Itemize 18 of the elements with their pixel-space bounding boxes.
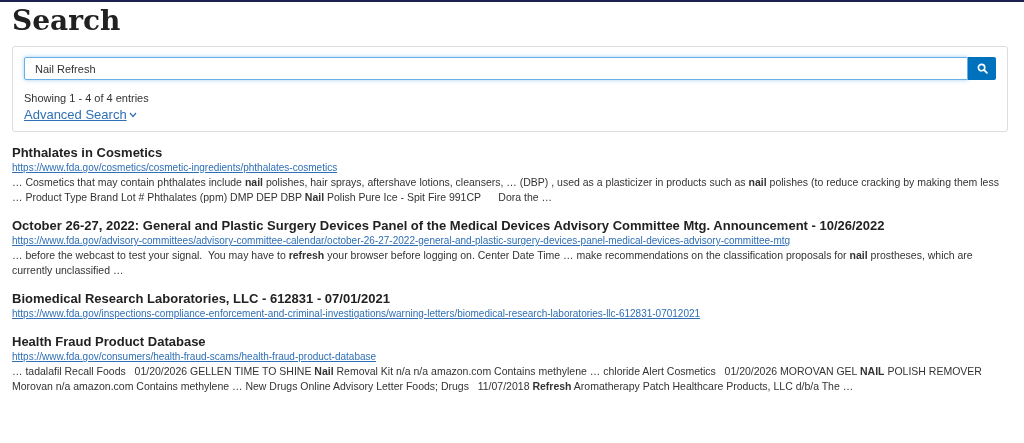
result-title: October 26-27, 2022: General and Plastic Surgery Devices Panel of the Medical Devices Advisory Committee Mtg. Announcement - 10/26/2022	[12, 218, 886, 234]
search-icon	[976, 63, 988, 74]
result-snippet: … Cosmetics that may contain phthalates include nail polishes, hair sprays, aftershave lotions, cleansers, … (DBP) , used as a plasticizer in products such as nail polishes (to reduce cracking by making them less … Product Type Brand Lot # Phthalates (ppm) DMP DEP DBP Nail Polish Pure Ice - Spit Fire 991CP Dora the …	[12, 175, 1000, 205]
result-title: Biomedical Research Laboratories, LLC - 612831 - 07/01/2021	[12, 291, 391, 307]
result-link[interactable]: https://www.fda.gov/cosmetics/cosmetic-ingredients/phthalates-cosmetics	[12, 161, 1012, 175]
result-snippet: … tadalafil Recall Foods 01/20/2026 GELLEN TIME TO SHINE Nail Removal Kit n/a n/a amazon.com Contains methylene … chloride Alert Cosmetics 01/20/2026 MOROVAN GEL NAIL POLISH REMOVER Morovan n/a amazon.com Contains methylene … New Drugs Online Advisory Letter Foods; Drugs 11/07/2018 Refresh Aromatherapy Patch Healthcare Products, LLC d/b/a The …	[12, 364, 983, 394]
result-title: Phthalates in Cosmetics	[12, 145, 164, 161]
advanced-search-link[interactable]: Advanced Search	[24, 107, 137, 122]
search-button[interactable]	[968, 57, 996, 80]
chevron-icon	[128, 111, 137, 118]
search-field[interactable]: Nail Refresh	[24, 57, 968, 80]
results-summary: Showing 1 - 4 of 4 entries	[24, 92, 150, 104]
result-link[interactable]: https://www.fda.gov/consumers/health-fraud-scams/health-fraud-product-database	[12, 350, 1012, 364]
result-link[interactable]: https://www.fda.gov/inspections-compliance-enforcement-and-criminal-investigations/warning-letters/biomedical-research-laboratories-llc-612831-07012021	[12, 307, 1012, 321]
result-title: Health Fraud Product Database	[12, 334, 207, 350]
result-link[interactable]: https://www.fda.gov/advisory-committees/advisory-committee-calendar/october-26-27-2022-general-and-plastic-surgery-devices-panel-medical-devices-advisory-committee-mtg	[12, 234, 1012, 248]
result-snippet: … before the webcast to test your signal. You may have to refresh your browser before logging on. Center Date Time … make recommendations on the classification proposals for nail prostheses, which are currently unclassified …	[12, 248, 974, 278]
page-title: Search	[12, 4, 122, 38]
